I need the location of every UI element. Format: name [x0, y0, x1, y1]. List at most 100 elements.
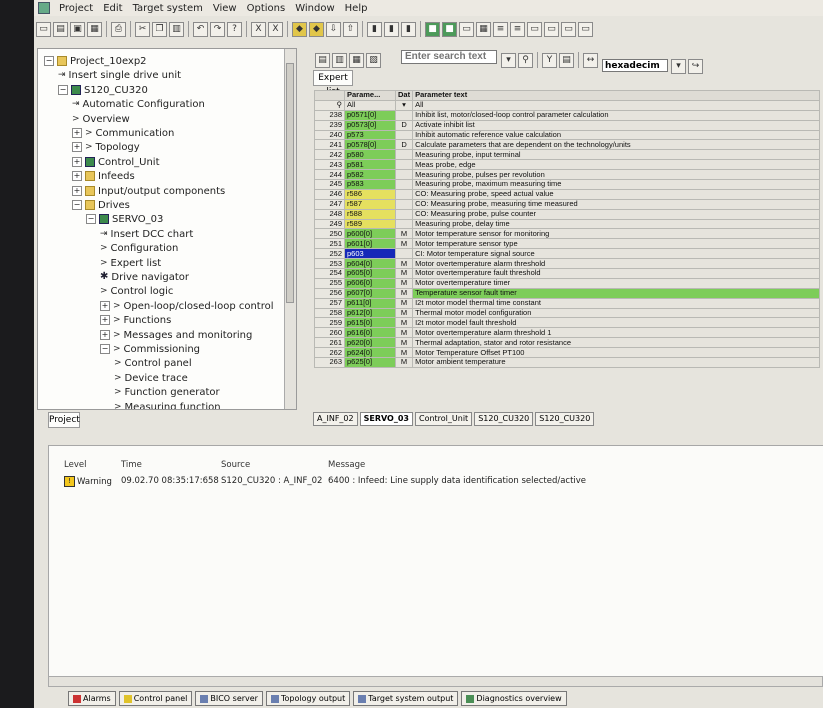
download-icon[interactable]: ⇩ — [326, 21, 341, 37]
parameter-cell[interactable]: p601[0] — [344, 238, 396, 250]
parameter-cell[interactable]: p607[0] — [344, 287, 396, 299]
xref-icon[interactable]: X — [251, 21, 266, 37]
number-format-select[interactable]: hexadecim — [602, 59, 668, 72]
parameter-cell[interactable]: p582 — [344, 169, 396, 181]
table-row[interactable]: 253 p604[0] M Motor overtemperature alarm t… — [314, 258, 821, 270]
upload-icon[interactable]: ⇧ — [343, 21, 358, 37]
device-icon[interactable]: ■ — [425, 21, 440, 37]
tab-s120-cu320-2[interactable]: S120_CU320 — [535, 412, 595, 426]
save-all-icon[interactable]: ▦ — [87, 21, 102, 37]
tab-expert-list[interactable]: Expert list — [313, 70, 353, 97]
tab-control-panel[interactable]: Control panel — [118, 691, 193, 706]
tree-item[interactable]: + Control_Unit — [72, 156, 160, 170]
expand-icon[interactable]: + — [72, 185, 82, 196]
table-row[interactable]: 243 p581 Meas probe, edge — [314, 159, 821, 171]
collapse-icon[interactable]: − — [72, 200, 82, 210]
tree-item[interactable]: > Overview — [72, 113, 130, 127]
tree-item[interactable]: − > Commissioning — [100, 343, 200, 357]
dropdown-icon[interactable]: ▾ — [501, 52, 516, 68]
tree-item[interactable]: > Function generator — [114, 386, 220, 400]
new-icon[interactable]: ▭ — [36, 21, 51, 37]
collapse-icon[interactable]: − — [86, 214, 96, 225]
table-row[interactable]: 261 p620[0] M Thermal adaptation, stator an… — [314, 337, 821, 349]
xref2-icon[interactable]: X — [268, 21, 283, 37]
search-input[interactable] — [401, 50, 497, 64]
undo-icon[interactable]: ↶ — [193, 21, 208, 37]
table-row[interactable]: 251 p601[0] M Motor temperature sensor type — [314, 238, 821, 250]
expand-icon[interactable]: + — [72, 156, 82, 167]
tree-item[interactable]: + > Communication — [72, 127, 174, 141]
collapse-icon[interactable]: − — [58, 84, 68, 95]
save-icon[interactable]: ▣ — [70, 21, 85, 37]
table-row[interactable]: 241 p0578[0] D Calculate parameters that ar… — [314, 139, 821, 151]
parameter-cell[interactable]: p625[0] — [344, 357, 396, 368]
parameter-cell[interactable]: p604[0] — [344, 258, 396, 270]
table-row[interactable]: 254 p605[0] M Motor overtemperature fault t… — [314, 268, 821, 279]
binoculars-icon[interactable]: ⚲ — [518, 52, 533, 68]
parameter-cell[interactable]: p580 — [344, 149, 396, 161]
left-right-arrow-icon[interactable]: ↔ — [583, 52, 598, 68]
help-icon[interactable]: ? — [227, 21, 242, 37]
tree-item[interactable]: + Infeeds — [72, 170, 135, 184]
menu-edit[interactable]: Edit — [98, 3, 127, 14]
collapse-icon[interactable]: − — [100, 344, 110, 354]
parameter-cell[interactable]: p624[0] — [344, 347, 396, 359]
menu-options[interactable]: Options — [242, 3, 291, 14]
expert-tool3-icon[interactable]: ▦ — [349, 52, 364, 68]
table-row[interactable]: 256 p607[0] M Temperature sensor fault time… — [314, 287, 821, 299]
expert-tool-icon[interactable]: ▤ — [315, 52, 330, 68]
message-scrollbar[interactable] — [48, 676, 823, 687]
tree-item[interactable]: + > Topology — [72, 141, 140, 155]
parameter-cell[interactable]: r589 — [344, 218, 396, 230]
table-row[interactable]: 238 p0571[0] Inhibit list, motor/closed-lo… — [314, 109, 821, 121]
table-row[interactable]: 248 r588 CO: Measuring probe, pulse counte… — [314, 208, 821, 220]
list-icon[interactable]: ≡ — [493, 21, 508, 37]
table-row[interactable]: 257 p611[0] M I2t motor model thermal time … — [314, 297, 821, 309]
tab-project[interactable]: Project — [48, 412, 80, 428]
tree-item[interactable]: + > Messages and monitoring — [100, 329, 252, 343]
tree-item[interactable]: + > Open-loop/closed-loop control — [100, 300, 274, 314]
expert-tool2-icon[interactable]: ▥ — [332, 52, 347, 68]
table-row[interactable]: 244 p582 Measuring probe, pulses per revol… — [314, 169, 821, 181]
parameter-cell[interactable]: r587 — [344, 198, 396, 210]
tree-item[interactable]: + Input/output components — [72, 185, 225, 199]
table-row[interactable]: 258 p612[0] M Thermal motor model configura… — [314, 307, 821, 319]
tree-item[interactable]: ⇥ Insert single drive unit — [58, 69, 181, 83]
chart2-icon[interactable]: ▮ — [384, 21, 399, 37]
data-filter-select[interactable]: ▾ — [394, 99, 414, 111]
tab-diagnostics-overview[interactable]: Diagnostics overview — [461, 691, 567, 706]
column-header-parameter[interactable]: Parame... — [344, 90, 396, 101]
menu-target-system[interactable]: Target system — [128, 3, 208, 14]
expand-icon[interactable]: + — [100, 329, 110, 340]
window4-icon[interactable]: ▭ — [578, 21, 593, 37]
collapse-icon[interactable]: − — [44, 56, 54, 66]
copy-icon[interactable]: ❐ — [152, 21, 167, 37]
column-header-parameter-text[interactable]: Parameter text — [412, 90, 821, 101]
tree-item[interactable]: > Control logic — [100, 285, 173, 299]
tree-item[interactable]: > Control panel — [114, 357, 192, 371]
parameter-cell[interactable]: p616[0] — [344, 327, 396, 339]
expand-icon[interactable]: + — [72, 171, 82, 182]
paste-icon[interactable]: ▥ — [169, 21, 184, 37]
parameter-cell[interactable]: p0578[0] — [344, 139, 396, 151]
message-level[interactable]: ! Warning — [64, 476, 112, 487]
table-row[interactable]: 262 p624[0] M Motor Temperature Offset PT10… — [314, 347, 821, 359]
parameter-cell[interactable]: p603 — [344, 248, 396, 260]
expand-icon[interactable]: + — [72, 128, 82, 138]
parameter-cell[interactable]: p620[0] — [344, 337, 396, 349]
parameter-cell[interactable]: p573 — [344, 129, 396, 141]
parameter-cell[interactable]: p600[0] — [344, 228, 396, 240]
tree-item[interactable]: > Device trace — [114, 372, 188, 386]
tab-topology-output[interactable]: Topology output — [265, 691, 351, 706]
expert-tool4-icon[interactable]: ▧ — [366, 52, 381, 68]
menu-view[interactable]: View — [208, 3, 242, 14]
open-icon[interactable]: ▤ — [53, 21, 68, 37]
tree-item[interactable]: − SERVO_03 — [86, 213, 163, 227]
parameter-cell[interactable]: p583 — [344, 179, 396, 190]
parameter-cell[interactable]: p611[0] — [344, 297, 396, 309]
table-row[interactable]: 250 p600[0] M Motor temperature sensor for … — [314, 228, 821, 240]
table-row[interactable]: 245 p583 Measuring probe, maximum measurin… — [314, 179, 821, 190]
parameter-cell[interactable]: p606[0] — [344, 277, 396, 289]
tab-servo-03[interactable]: SERVO_03 — [359, 412, 413, 426]
text-filter-select[interactable]: All — [412, 99, 821, 111]
